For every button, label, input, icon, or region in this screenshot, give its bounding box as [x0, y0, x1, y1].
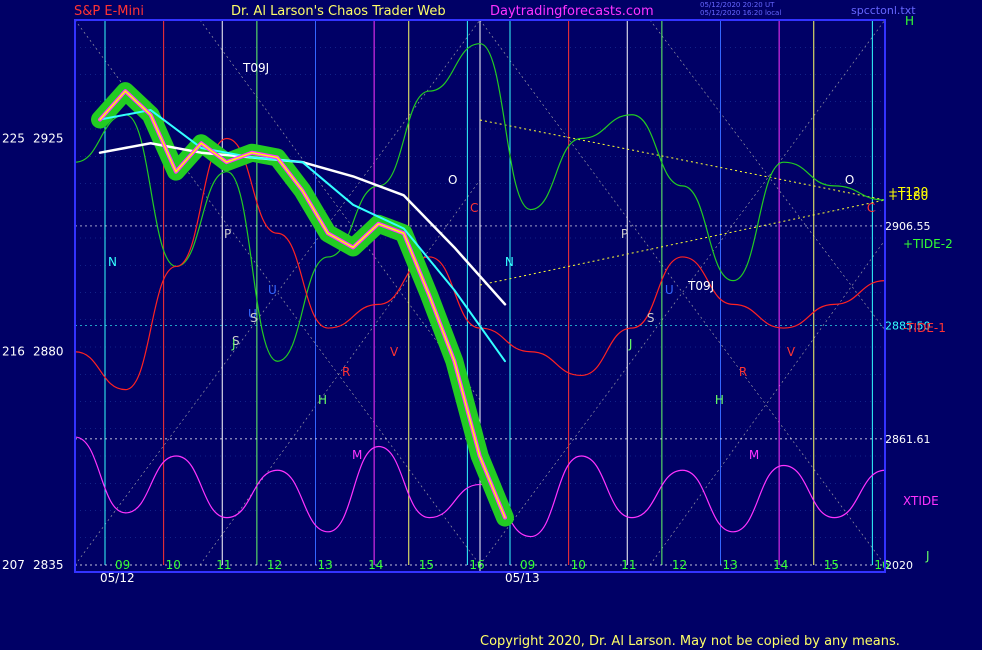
x-tick-hour: 10 — [571, 558, 586, 572]
x-tick-hour: 15 — [419, 558, 434, 572]
planet-marker: H — [318, 393, 327, 407]
chart-lines — [75, 20, 886, 572]
y-tick-price: 2880 — [33, 345, 64, 359]
x-tick-hour: 09 — [520, 558, 535, 572]
series-label: XTIDE — [903, 494, 939, 508]
series-label: J — [925, 549, 930, 563]
copyright-notice: Copyright 2020, Dr. Al Larson. May not b… — [480, 634, 900, 649]
planet-marker: N — [108, 255, 117, 269]
planet-marker: O — [448, 173, 457, 187]
planet-marker: P — [621, 227, 628, 241]
y-tick-left: 225 — [2, 131, 25, 145]
planet-marker: R — [739, 365, 747, 379]
planet-marker: J — [628, 337, 633, 351]
planet-marker: H — [715, 393, 724, 407]
series-label: +T180 — [888, 189, 928, 203]
x-tick-hour: 11 — [621, 558, 636, 572]
planet-marker: J — [231, 337, 236, 351]
planet-marker: U — [268, 283, 277, 297]
x-tick-hour: 11 — [216, 558, 231, 572]
x-tick-hour: 16 — [469, 558, 484, 572]
planet-marker: R — [342, 365, 350, 379]
x-tick-hour: 14 — [368, 558, 383, 572]
x-session-date: 05/13 — [505, 571, 540, 585]
x-tick-hour: 13 — [318, 558, 333, 572]
x-tick-hour: 09 — [115, 558, 130, 572]
planet-marker: C — [867, 201, 875, 215]
series-label: H — [905, 14, 914, 28]
x-tick-hour: 14 — [773, 558, 788, 572]
planet-marker: O — [845, 173, 854, 187]
x-tick-hour: 12 — [672, 558, 687, 572]
price-chart: 2906.552885.502861.612020225 2925216 28802… — [2, 14, 953, 585]
x-tick-hour: 13 — [723, 558, 738, 572]
x-tick-hour: 12 — [267, 558, 282, 572]
price-level-label: 2906.55 — [885, 220, 931, 233]
planet-marker: N — [505, 255, 514, 269]
series-label: T09J — [242, 61, 269, 75]
y-tick-price: 2925 — [33, 131, 64, 145]
planet-marker: V — [390, 345, 399, 359]
series-label: +TIDE-2 — [903, 237, 953, 251]
price-level-label: 2861.61 — [885, 433, 931, 446]
y-tick-left: 216 — [2, 345, 25, 359]
forecast-line — [479, 199, 886, 286]
forecast-line — [479, 119, 886, 201]
x-tick-hour: 16 — [874, 558, 889, 572]
planet-marker: M — [352, 448, 362, 462]
series-label: -TIDE-1 — [903, 321, 946, 335]
x-tick-hour: 15 — [824, 558, 839, 572]
y-tick-left: 207 — [2, 558, 25, 572]
planet-marker: P — [224, 227, 231, 241]
planet-marker: S — [647, 311, 655, 325]
planet-marker: M — [749, 448, 759, 462]
planet-marker: C — [470, 201, 478, 215]
series-label: T09J — [687, 279, 714, 293]
grid-diagonal — [649, 239, 886, 566]
planet-marker: U — [665, 283, 674, 297]
price-halo — [91, 82, 514, 527]
x-tick-hour: 10 — [166, 558, 181, 572]
planet-marker: S — [250, 311, 258, 325]
y-tick-price: 2835 — [33, 558, 64, 572]
planet-marker: V — [787, 345, 796, 359]
x-session-date: 05/12 — [100, 571, 135, 585]
